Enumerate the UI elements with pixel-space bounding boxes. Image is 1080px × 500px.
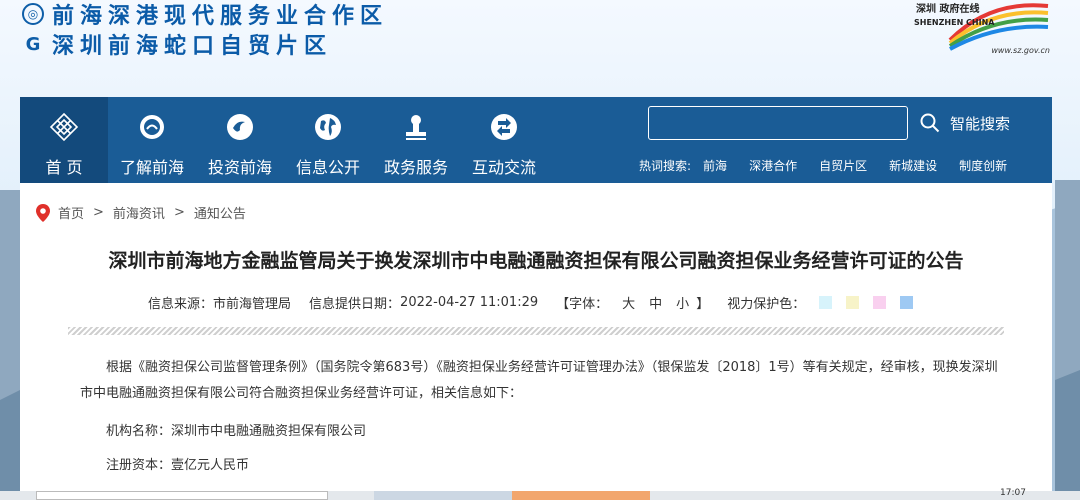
shenzhen-gov-logo[interactable]: 深圳 政府在线 SHENZHEN CHINA www.sz.gov.cn: [910, 0, 1050, 55]
breadcrumb-news[interactable]: 前海资讯: [113, 203, 165, 222]
eye-color-pink-button[interactable]: [873, 296, 887, 309]
date-value: 2022-04-27 11:01:29: [400, 295, 539, 310]
nav-item-invest[interactable]: 投资前海: [196, 97, 284, 183]
article-paragraph: 机构名称：深圳市中电融通融资担保有限公司: [106, 424, 367, 439]
font-size-label: 【字体：: [556, 297, 609, 312]
ftz-logo-icon: G: [25, 33, 41, 55]
hot-word-link[interactable]: 前海: [703, 157, 727, 174]
nav-item-label: 政务服务: [383, 158, 448, 177]
breadcrumb-separator: >: [93, 205, 104, 220]
sz-logo-cn: 深圳 政府在线: [916, 4, 980, 15]
nav-item-label: 了解前海: [119, 158, 184, 177]
taskbar-app[interactable]: [374, 491, 512, 500]
article-meta: 信息来源： 市前海管理局 信息提供日期： 2022-04-27 11:01:29…: [148, 293, 914, 312]
nav-item-services[interactable]: 政务服务: [372, 97, 460, 183]
date-label: 信息提供日期：: [309, 297, 401, 312]
breadcrumb-notices[interactable]: 通知公告: [194, 203, 246, 222]
hot-search-label: 热词搜索:: [639, 159, 692, 173]
exchange-icon: [491, 114, 517, 140]
article-title: 深圳市前海地方金融监管局关于换发深圳市中电融通融资担保有限公司融资担保业务经营许…: [108, 250, 964, 272]
search-icon: [920, 113, 940, 133]
taskbar-app-active[interactable]: [512, 491, 650, 500]
eye-color-blue-button[interactable]: [900, 296, 914, 309]
hot-word-link[interactable]: 制度创新: [959, 157, 1007, 174]
eye-color-yellow-button[interactable]: [846, 296, 860, 309]
sz-logo-en: SHENZHEN CHINA: [914, 18, 995, 27]
hot-word-link[interactable]: 新城建设: [889, 157, 937, 174]
nav-item-label: 投资前海: [207, 158, 272, 177]
nav-item-label: 互动交流: [471, 158, 536, 177]
article-paragraph: 根据《融资担保公司监督管理条例》（国务院令第683号）《融资担保业务经营许可证管…: [80, 360, 998, 401]
source-value: 市前海管理局: [213, 297, 292, 312]
nav-item-label: 信息公开: [295, 158, 360, 177]
search-input[interactable]: [648, 106, 908, 140]
site-logo[interactable]: ◎ 前海深港现代服务业合作区 G 深圳前海蛇口自贸片区: [22, 0, 389, 59]
breadcrumb: 首页 > 前海资讯 > 通知公告: [36, 203, 246, 222]
source-label: 信息来源：: [148, 297, 214, 312]
nav-item-label: 首 页: [45, 158, 83, 177]
smart-search-label: 智能搜索: [950, 114, 1011, 133]
hot-word-link[interactable]: 自贸片区: [819, 157, 867, 174]
globe-icon: [315, 114, 341, 140]
hot-word-link[interactable]: 深港合作: [749, 157, 797, 174]
article-paragraph: 注册资本：壹亿元人民币: [106, 458, 250, 473]
hot-search: 热词搜索: 前海 深港合作 自贸片区 新城建设 制度创新: [639, 157, 1029, 174]
breadcrumb-home[interactable]: 首页: [58, 203, 84, 222]
site-title-line2: 深圳前海蛇口自贸片区: [52, 34, 333, 59]
font-size-large-button[interactable]: 大: [622, 293, 635, 312]
title-divider: [68, 327, 1004, 335]
eye-care-label: 视力保护色：: [727, 297, 806, 312]
breadcrumb-separator: >: [173, 205, 185, 220]
taskbar-search[interactable]: [36, 491, 328, 500]
article-panel: 首页 > 前海资讯 > 通知公告 深圳市前海地方金融监管局关于换发深圳市中电融通…: [20, 183, 1052, 500]
site-title-line1: 前海深港现代服务业合作区: [52, 4, 389, 29]
sz-logo-url: www.sz.gov.cn: [991, 46, 1050, 55]
font-size-close: 】: [696, 297, 710, 312]
nav-item-home[interactable]: 首 页: [20, 97, 108, 183]
stamp-icon: [406, 115, 426, 140]
qianhai-emblem-icon: ◎: [22, 3, 44, 25]
font-size-small-button[interactable]: 小: [676, 293, 689, 312]
os-taskbar: 17:07: [0, 488, 1080, 500]
font-size-medium-button[interactable]: 中: [649, 293, 662, 312]
swirl-icon: [227, 114, 253, 140]
diamond-grid-icon: [49, 112, 79, 142]
nav-item-about[interactable]: 了解前海: [108, 97, 196, 183]
smart-search-button[interactable]: 智能搜索: [920, 110, 1020, 136]
main-nav: 首 页 了解前海 投资前海 信息公开 政务服务 互动交流 智能搜索 热词搜索: …: [20, 97, 1052, 183]
nav-item-info[interactable]: 信息公开: [284, 97, 372, 183]
taskbar-clock: 17:07: [1000, 488, 1026, 498]
eye-color-cyan-button[interactable]: [819, 296, 833, 309]
emblem-icon: [140, 115, 164, 139]
nav-item-interact[interactable]: 互动交流: [460, 97, 548, 183]
location-pin-icon: [36, 203, 50, 222]
